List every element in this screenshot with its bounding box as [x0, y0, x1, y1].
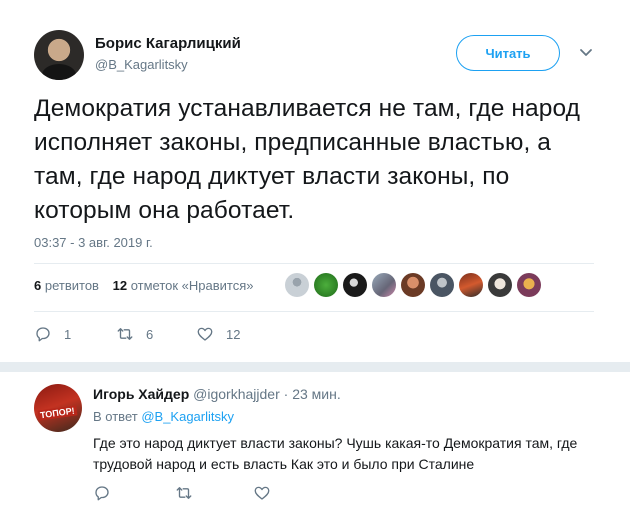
- avatar-badge: ТОПОР!: [37, 405, 78, 421]
- like-button[interactable]: 12: [196, 325, 240, 343]
- reply-to-line: В ответ @B_Kagarlitsky: [93, 409, 234, 424]
- tweet-timestamp[interactable]: 03:37 - 3 авг. 2019 г.: [34, 235, 153, 250]
- retweet-count: 6: [146, 326, 154, 342]
- liker-avatar[interactable]: [517, 273, 541, 297]
- retweets-count: 6: [34, 278, 42, 293]
- likes-count: 12: [112, 278, 128, 293]
- author-avatar[interactable]: [34, 30, 84, 80]
- reply-time[interactable]: · 23 мин.: [284, 386, 341, 402]
- liker-avatar[interactable]: [459, 273, 483, 297]
- reply-icon[interactable]: [93, 484, 111, 502]
- author-handle[interactable]: @B_Kagarlitsky: [95, 57, 188, 72]
- liker-avatar[interactable]: [401, 273, 425, 297]
- liker-avatar[interactable]: [372, 273, 396, 297]
- retweets-stat[interactable]: 6 ретвитов: [34, 278, 99, 293]
- reply-author-avatar[interactable]: ТОПОР!: [34, 384, 82, 432]
- like-icon[interactable]: [253, 484, 271, 502]
- retweet-button[interactable]: 6: [116, 325, 153, 343]
- like-count: 12: [226, 326, 241, 342]
- chevron-down-icon[interactable]: [578, 44, 594, 60]
- tweet-text: Демократия устанавливается не там, где н…: [34, 95, 581, 224]
- reply-author-handle[interactable]: @igorkhajjder: [193, 386, 280, 402]
- main-tweet: Борис Кагарлицкий @B_Kagarlitsky Читать …: [0, 0, 630, 362]
- liker-avatar[interactable]: [488, 273, 512, 297]
- reply-to-handle-link[interactable]: @B_Kagarlitsky: [141, 409, 234, 424]
- liker-avatar[interactable]: [430, 273, 454, 297]
- reply-count: 1: [64, 326, 72, 342]
- reply-icon: [36, 327, 50, 342]
- reply-text: Где это народ диктует власти законы? Чуш…: [93, 435, 578, 472]
- liker-avatar[interactable]: [343, 273, 367, 297]
- reply-button[interactable]: 1: [34, 325, 71, 343]
- likes-label: отметок «Нравится»: [130, 278, 254, 293]
- liker-avatar[interactable]: [285, 273, 309, 297]
- retweet-icon[interactable]: [175, 484, 193, 502]
- reply-author-name[interactable]: Игорь Хайдер: [93, 386, 189, 402]
- likes-stat[interactable]: 12 отметок «Нравится»: [113, 278, 254, 293]
- liker-avatar[interactable]: [314, 273, 338, 297]
- follow-button[interactable]: Читать: [456, 35, 560, 71]
- section-separator: [0, 362, 630, 372]
- reply-tweet[interactable]: ТОПОР! Игорь Хайдер @igorkhajjder · 23 м…: [0, 372, 630, 514]
- divider: [34, 263, 594, 264]
- author-name[interactable]: Борис Кагарлицкий: [95, 35, 241, 52]
- tweet-stats: 6 ретвитов 12 отметок «Нравится»: [34, 278, 253, 293]
- retweets-label: ретвитов: [44, 278, 99, 293]
- reply-to-prefix: В ответ: [93, 409, 138, 424]
- reply-header: Игорь Хайдер @igorkhajjder · 23 мин.: [93, 386, 341, 402]
- divider: [34, 311, 594, 312]
- like-icon: [197, 327, 213, 341]
- retweet-icon: [117, 328, 133, 340]
